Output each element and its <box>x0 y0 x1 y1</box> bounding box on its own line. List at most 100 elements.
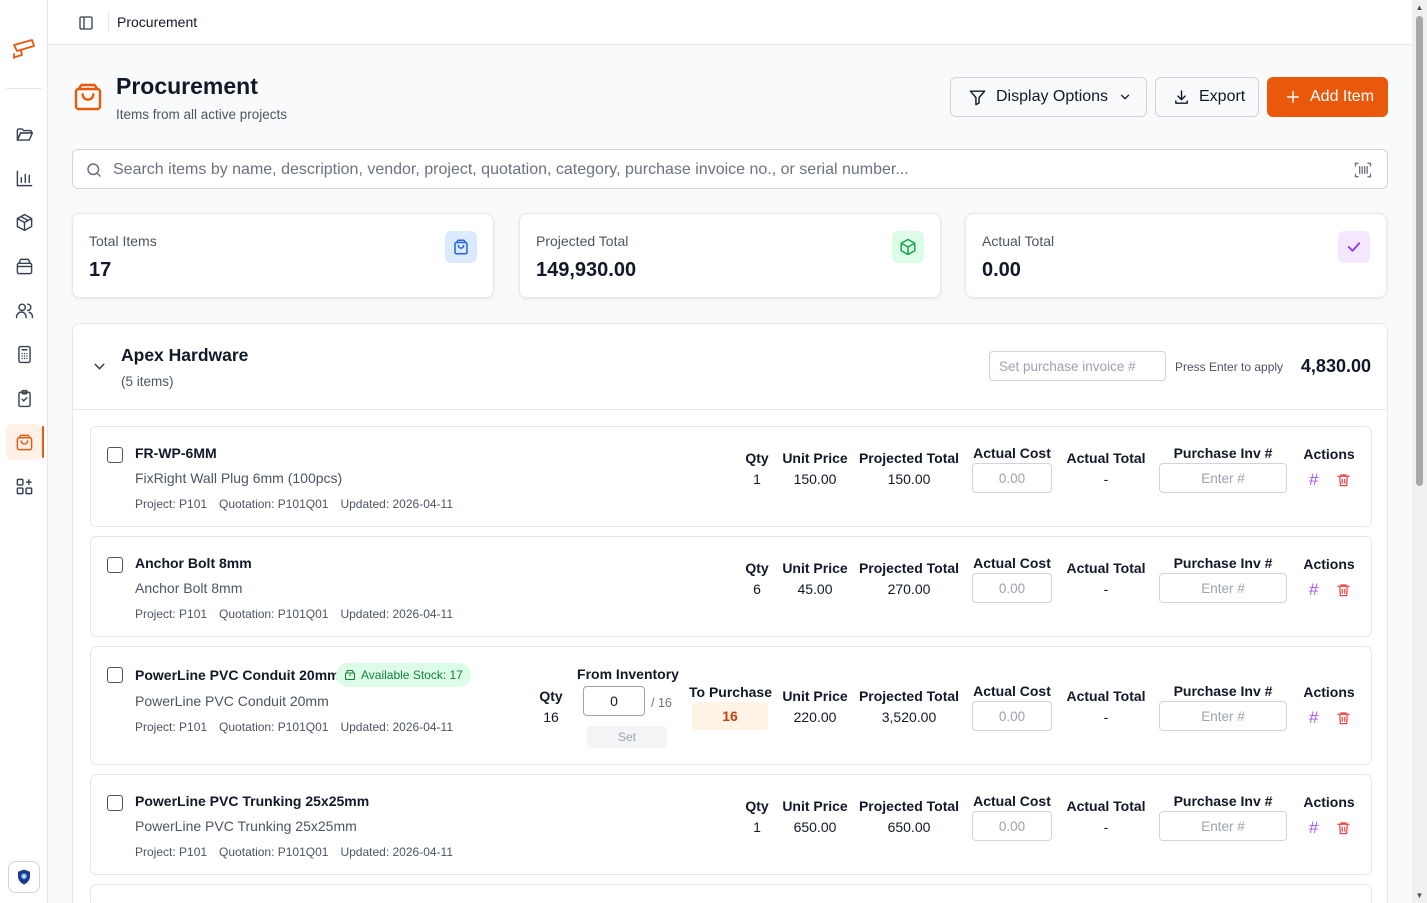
filter-icon <box>969 89 986 105</box>
to-purchase-header: To Purchase <box>689 684 772 700</box>
trash-icon[interactable] <box>1336 582 1351 598</box>
hash-icon[interactable]: # <box>1309 708 1318 728</box>
trash-icon[interactable] <box>1336 820 1351 836</box>
from-inventory-header: From Inventory <box>577 666 679 682</box>
purchase-inv-input[interactable] <box>1159 811 1287 841</box>
actual-total-value: - <box>1103 581 1109 597</box>
sidebar-item-accounting[interactable] <box>6 336 42 372</box>
calculator-icon <box>17 345 31 363</box>
list-item <box>90 884 1372 903</box>
sidebar-item-procurement[interactable] <box>6 424 44 460</box>
item-project: Project: P101 <box>135 845 208 859</box>
topbar: Procurement <box>48 0 1412 45</box>
projected-total-header: Projected Total <box>858 560 960 576</box>
qty-header: Qty <box>745 560 769 576</box>
purchase-inv-input[interactable] <box>1159 573 1287 603</box>
list-item: FR-WP-6MM FixRight Wall Plug 6mm (100pcs… <box>90 426 1372 527</box>
qty-value: 1 <box>753 819 761 835</box>
sidebar-item-products[interactable] <box>6 204 42 240</box>
page-scrollbar[interactable]: ▲ ▼ <box>1412 0 1427 903</box>
from-inventory-max: / 16 <box>651 696 672 710</box>
breadcrumb: Procurement <box>117 14 198 30</box>
qty-value: 6 <box>753 581 761 597</box>
actual-cost-header: Actual Cost <box>973 555 1051 571</box>
workspace-switcher-button[interactable] <box>8 861 40 893</box>
unit-price-value: 150.00 <box>793 471 837 487</box>
purchase-inv-input[interactable] <box>1159 701 1287 731</box>
scrollbar-thumb[interactable] <box>1416 16 1423 486</box>
unit-price-header: Unit Price <box>782 688 848 704</box>
projected-total-value: 270.00 <box>887 581 931 597</box>
box-icon <box>892 231 924 263</box>
sidebar-toggle-icon[interactable] <box>74 11 98 35</box>
actual-cost-input[interactable] <box>972 573 1052 603</box>
hash-icon[interactable]: # <box>1309 818 1318 838</box>
item-description: FixRight Wall Plug 6mm (100pcs) <box>135 470 343 486</box>
sidebar-item-apps[interactable] <box>6 468 42 504</box>
actual-cost-input[interactable] <box>972 701 1052 731</box>
chevron-down-icon[interactable] <box>91 358 108 375</box>
actions-header: Actions <box>1303 794 1355 810</box>
item-description: PowerLine PVC Trunking 25x25mm <box>135 818 357 834</box>
list-item: PowerLine PVC Trunking 25x25mm PowerLine… <box>90 774 1372 875</box>
trash-icon[interactable] <box>1336 710 1351 726</box>
stat-value: 17 <box>89 259 112 281</box>
sidebar-item-tasks[interactable] <box>6 380 42 416</box>
item-description: Anchor Bolt 8mm <box>135 580 243 596</box>
scroll-down-icon[interactable]: ▼ <box>1415 891 1424 900</box>
item-project: Project: P101 <box>135 497 208 511</box>
stat-card-projected-total: Projected Total 149,930.00 <box>519 213 941 298</box>
stat-label: Projected Total <box>536 233 629 249</box>
search-input[interactable] <box>113 158 1343 182</box>
page-subtitle: Items from all active projects <box>116 107 288 122</box>
projected-total-value: 3,520.00 <box>881 709 937 725</box>
sidebar-item-reports[interactable] <box>6 160 42 196</box>
vendor-item-count: (5 items) <box>121 374 174 389</box>
actual-total-value: - <box>1103 709 1109 725</box>
display-options-button[interactable]: Display Options <box>950 77 1147 117</box>
barcode-scan-icon[interactable] <box>1353 160 1373 180</box>
item-checkbox[interactable] <box>107 447 123 463</box>
export-label: Export <box>1199 88 1246 105</box>
logo-icon[interactable] <box>10 34 38 62</box>
item-checkbox[interactable] <box>107 667 123 683</box>
to-purchase-value: 16 <box>692 702 768 730</box>
set-inventory-button[interactable]: Set <box>587 726 667 748</box>
actual-total-header: Actual Total <box>1066 560 1146 576</box>
apps-icon <box>16 478 32 494</box>
users-icon <box>15 302 33 318</box>
export-button[interactable]: Export <box>1155 77 1259 117</box>
add-item-label: Add Item <box>1310 88 1375 105</box>
item-checkbox[interactable] <box>107 795 123 811</box>
scroll-up-icon[interactable]: ▲ <box>1415 3 1424 12</box>
sidebar-item-projects[interactable] <box>6 116 42 152</box>
download-icon <box>1175 89 1188 104</box>
purchase-inv-header: Purchase Inv # <box>1173 445 1273 461</box>
hash-icon[interactable]: # <box>1309 470 1318 490</box>
from-inventory-input[interactable] <box>583 686 645 716</box>
sidebar-item-users[interactable] <box>6 292 42 328</box>
item-checkbox[interactable] <box>107 557 123 573</box>
purchase-inv-header: Purchase Inv # <box>1173 555 1273 571</box>
actual-cost-input[interactable] <box>972 463 1052 493</box>
add-item-button[interactable]: Add Item <box>1267 77 1388 117</box>
sidebar-item-inventory[interactable] <box>6 248 42 284</box>
trash-icon[interactable] <box>1336 472 1351 488</box>
purchase-inv-input[interactable] <box>1159 463 1287 493</box>
hash-icon[interactable]: # <box>1309 580 1318 600</box>
stat-label: Actual Total <box>982 233 1055 249</box>
item-project: Project: P101 <box>135 720 208 734</box>
projected-total-header: Projected Total <box>858 798 960 814</box>
actual-cost-header: Actual Cost <box>973 683 1051 699</box>
unit-price-header: Unit Price <box>782 560 848 576</box>
unit-price-value: 220.00 <box>793 709 837 725</box>
qty-header: Qty <box>745 450 769 466</box>
actual-cost-input[interactable] <box>972 811 1052 841</box>
stat-card-total-items: Total Items 17 <box>72 213 494 298</box>
projected-total-header: Projected Total <box>858 450 960 466</box>
group-invoice-input[interactable] <box>989 351 1166 381</box>
item-quotation: Quotation: P101Q01 <box>219 845 329 859</box>
enter-hint: Press Enter to apply <box>1175 360 1284 374</box>
item-quotation: Quotation: P101Q01 <box>219 720 329 734</box>
vendor-group: Apex Hardware (5 items) Press Enter to a… <box>72 323 1388 903</box>
